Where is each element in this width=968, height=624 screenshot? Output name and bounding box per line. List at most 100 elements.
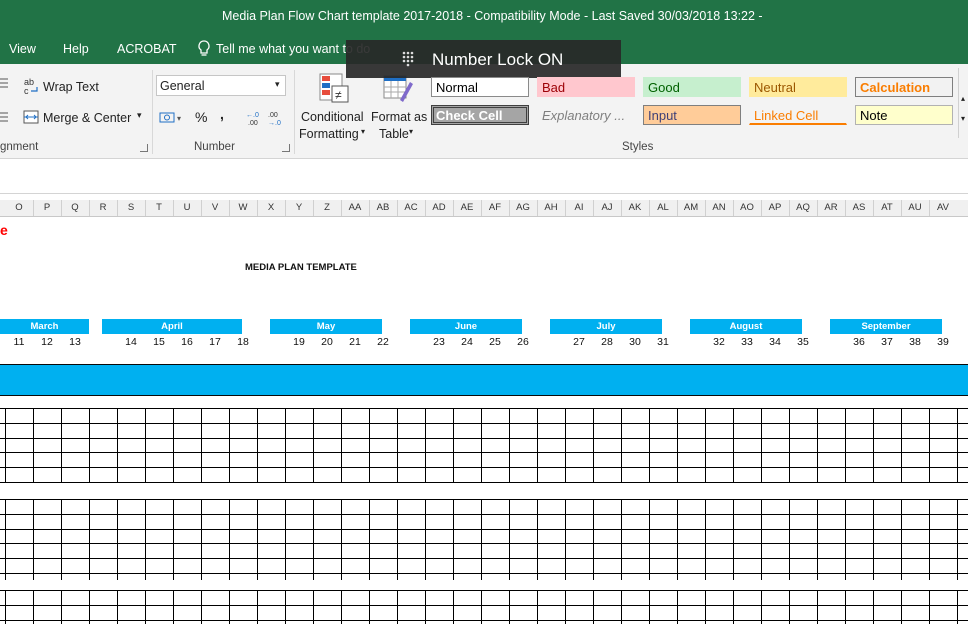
column-header[interactable]: Y xyxy=(285,202,313,213)
svg-text:c: c xyxy=(24,86,29,95)
column-header[interactable]: R xyxy=(89,202,117,213)
column-divider xyxy=(229,200,230,216)
column-header[interactable]: X xyxy=(257,202,285,213)
chevron-down-icon: ▾ xyxy=(409,127,414,136)
number-launcher-icon[interactable] xyxy=(282,144,290,152)
month-header: April xyxy=(102,319,242,334)
wrap-text-button[interactable]: Wrap Text xyxy=(43,80,99,94)
column-header[interactable]: AS xyxy=(845,202,873,213)
wrap-text-icon: ab c xyxy=(24,77,40,98)
week-number: 33 xyxy=(741,336,753,348)
cell-style-calculation[interactable]: Calculation xyxy=(855,77,953,97)
cell-style-input[interactable]: Input xyxy=(643,105,741,125)
conditional-formatting-button[interactable]: ≠ Conditional Formatting ▾ xyxy=(298,70,368,141)
column-header[interactable]: W xyxy=(229,202,257,213)
menu-view[interactable]: View xyxy=(9,42,36,56)
menu-help[interactable]: Help xyxy=(63,42,89,56)
column-header[interactable]: AV xyxy=(929,202,957,213)
align-left-icon[interactable] xyxy=(0,76,10,93)
formula-bar[interactable] xyxy=(0,159,968,194)
accounting-format-icon[interactable]: ▾ xyxy=(159,109,185,130)
column-header[interactable]: AA xyxy=(341,202,369,213)
column-header[interactable]: AU xyxy=(901,202,929,213)
column-header[interactable]: AN xyxy=(705,202,733,213)
column-header[interactable]: P xyxy=(33,202,61,213)
column-divider xyxy=(33,200,34,216)
column-header[interactable]: Z xyxy=(313,202,341,213)
alignment-group-label: gnment xyxy=(0,141,39,153)
percent-style-button[interactable]: % xyxy=(195,109,207,125)
red-title-fragment: e xyxy=(0,222,8,238)
column-divider xyxy=(509,200,510,216)
column-header[interactable]: V xyxy=(201,202,229,213)
month-header: May xyxy=(270,319,382,334)
cell-style-note[interactable]: Note xyxy=(855,105,953,125)
column-header[interactable]: AB xyxy=(369,202,397,213)
column-header[interactable]: AC xyxy=(397,202,425,213)
column-divider xyxy=(817,200,818,216)
align-center-icon[interactable] xyxy=(0,110,10,127)
column-header[interactable]: AG xyxy=(509,202,537,213)
column-header[interactable]: T xyxy=(145,202,173,213)
cell-style-good[interactable]: Good xyxy=(643,77,741,97)
increase-decimal-icon[interactable]: ←.0.00 xyxy=(246,109,264,130)
week-number: 34 xyxy=(769,336,781,348)
column-header[interactable]: AI xyxy=(565,202,593,213)
column-divider xyxy=(705,200,706,216)
cell-style-linked-cell[interactable]: Linked Cell xyxy=(749,105,847,125)
column-header[interactable]: AE xyxy=(453,202,481,213)
cell-style-neutral[interactable]: Neutral xyxy=(749,77,847,97)
column-header[interactable]: AF xyxy=(481,202,509,213)
cell-style-bad[interactable]: Bad xyxy=(537,77,635,97)
column-header[interactable]: AJ xyxy=(593,202,621,213)
column-header[interactable]: AQ xyxy=(789,202,817,213)
column-header[interactable]: AL xyxy=(649,202,677,213)
alignment-launcher-icon[interactable] xyxy=(140,144,148,152)
column-header[interactable]: AH xyxy=(537,202,565,213)
svg-text:←.0: ←.0 xyxy=(246,112,259,119)
column-divider xyxy=(537,200,538,216)
week-number: 28 xyxy=(601,336,613,348)
column-header[interactable]: AP xyxy=(761,202,789,213)
month-header: August xyxy=(690,319,802,334)
svg-text:▾: ▾ xyxy=(177,114,181,123)
month-header: September xyxy=(830,319,942,334)
column-divider xyxy=(341,200,342,216)
column-header[interactable]: AO xyxy=(733,202,761,213)
column-header[interactable]: Q xyxy=(61,202,89,213)
week-number: 18 xyxy=(237,336,249,348)
column-header[interactable]: AM xyxy=(677,202,705,213)
column-divider xyxy=(173,200,174,216)
column-header[interactable]: AT xyxy=(873,202,901,213)
week-number: 12 xyxy=(41,336,53,348)
merge-dropdown-chevron-icon[interactable]: ▾ xyxy=(137,110,142,121)
column-header[interactable]: AD xyxy=(425,202,453,213)
conditional-formatting-label-1: Conditional xyxy=(301,110,364,124)
menu-acrobat[interactable]: ACROBAT xyxy=(117,42,177,56)
column-header[interactable]: O xyxy=(5,202,33,213)
column-header[interactable]: S xyxy=(117,202,145,213)
gallery-scrollbar[interactable]: ▴ ▾ xyxy=(958,68,968,138)
column-header[interactable]: AR xyxy=(817,202,845,213)
window-title: Media Plan Flow Chart template 2017-2018… xyxy=(222,9,763,23)
cell-style-normal[interactable]: Normal xyxy=(431,77,529,97)
cell-style-explanatory[interactable]: Explanatory ... xyxy=(537,105,635,125)
chevron-up-icon[interactable]: ▴ xyxy=(961,94,965,103)
comma-style-button[interactable]: , xyxy=(220,106,224,122)
cell-style-check-cell[interactable]: Check Cell xyxy=(431,105,529,125)
week-number: 30 xyxy=(629,336,641,348)
column-header[interactable]: U xyxy=(173,202,201,213)
merge-center-button[interactable]: Merge & Center xyxy=(43,111,131,125)
column-divider xyxy=(789,200,790,216)
number-format-select[interactable]: General ▾ xyxy=(156,75,286,96)
week-number: 15 xyxy=(153,336,165,348)
column-header[interactable]: AK xyxy=(621,202,649,213)
week-number: 27 xyxy=(573,336,585,348)
format-as-table-button[interactable]: Format as Table ▾ xyxy=(369,70,427,141)
column-divider xyxy=(901,200,902,216)
decrease-decimal-icon[interactable]: .00 →.0 xyxy=(268,109,286,130)
column-divider xyxy=(761,200,762,216)
cell-grid[interactable] xyxy=(0,408,968,624)
chevron-down-icon[interactable]: ▾ xyxy=(961,114,965,123)
format-as-table-label-2: Table xyxy=(379,127,409,141)
